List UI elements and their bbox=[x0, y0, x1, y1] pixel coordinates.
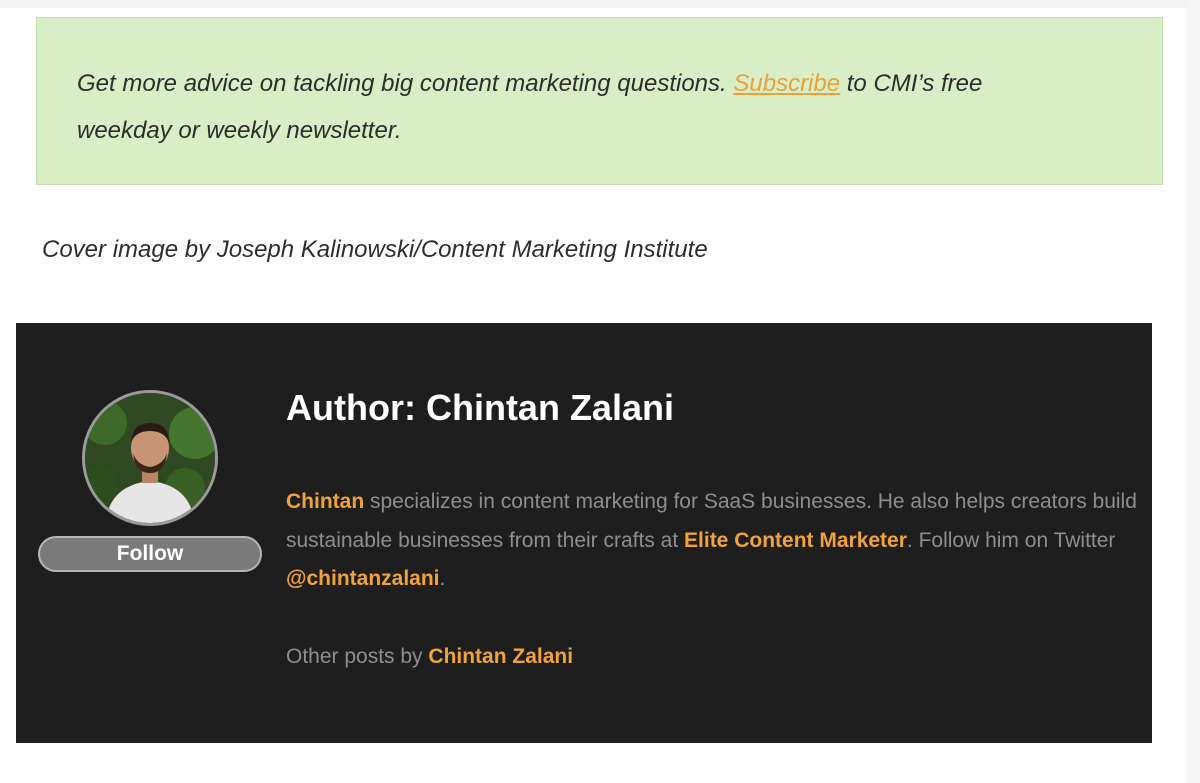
follow-button[interactable]: Follow bbox=[38, 536, 262, 572]
other-posts: Other posts by Chintan Zalani bbox=[286, 645, 573, 669]
elite-content-marketer-link[interactable]: Elite Content Marketer bbox=[684, 529, 907, 552]
bio-text-3: . bbox=[439, 567, 446, 590]
page-edge bbox=[1186, 0, 1200, 783]
promo-text-start: Get more advice on tackling big content … bbox=[77, 70, 734, 97]
twitter-handle-link[interactable]: @chintanzalani bbox=[286, 567, 440, 590]
author-name-link[interactable]: Chintan bbox=[286, 490, 364, 513]
subscribe-link[interactable]: Subscribe bbox=[733, 70, 840, 97]
author-title: Author: Chintan Zalani bbox=[286, 387, 674, 428]
other-posts-link[interactable]: Chintan Zalani bbox=[428, 645, 573, 668]
cover-image-caption: Cover image by Joseph Kalinowski/Content… bbox=[42, 236, 708, 263]
author-bio: Chintan specializes in content marketing… bbox=[286, 483, 1146, 599]
top-strip bbox=[0, 0, 1200, 8]
newsletter-promo-box: Get more advice on tackling big content … bbox=[36, 17, 1163, 185]
author-photo bbox=[85, 393, 215, 523]
promo-text-end: to CMI’s free bbox=[840, 70, 983, 97]
author-box: Follow Author: Chintan Zalani Chintan sp… bbox=[16, 323, 1152, 743]
bio-text-2: . Follow him on Twitter bbox=[906, 528, 1116, 552]
author-avatar[interactable] bbox=[82, 390, 218, 526]
promo-text-line2: weekday or weekly newsletter. bbox=[77, 117, 402, 144]
other-posts-prefix: Other posts by bbox=[286, 645, 429, 668]
